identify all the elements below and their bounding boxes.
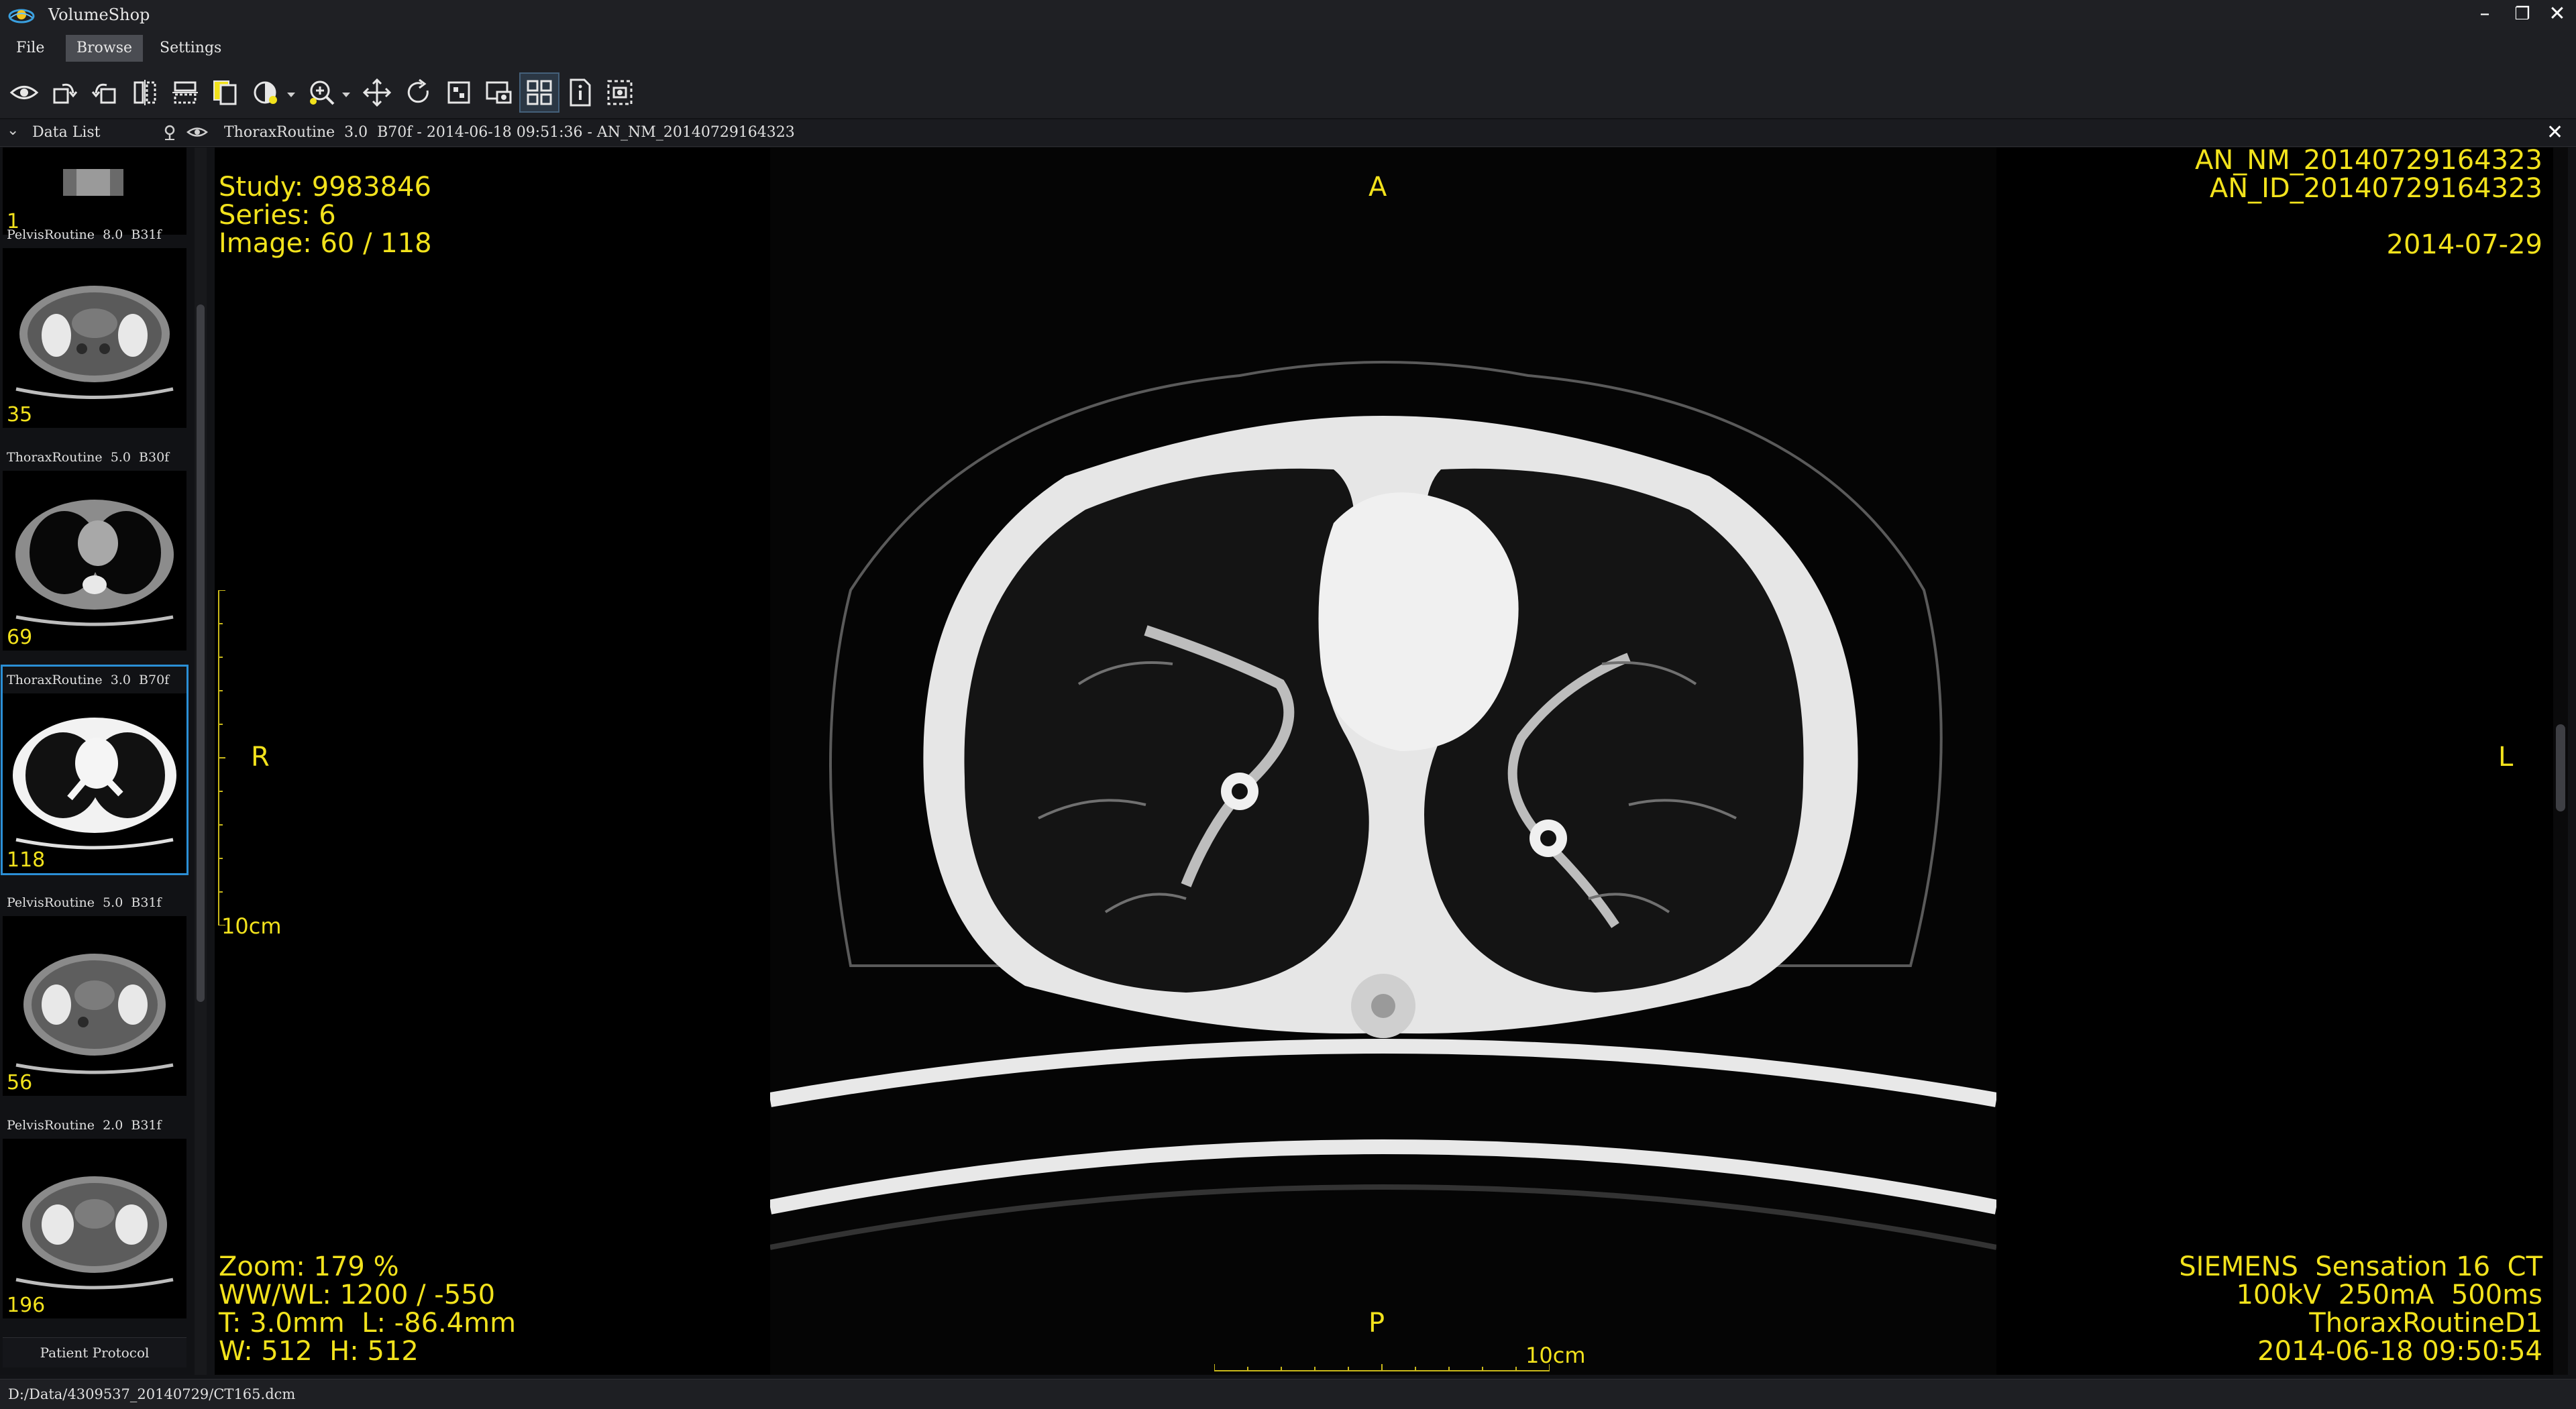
thickness-location-text: T: 3.0mm L: -86.4mm <box>219 1308 517 1339</box>
zoom-text: Zoom: 179 % <box>219 1251 399 1282</box>
scanner-info-overlay: SIEMENS Sensation 16 CT 100kV 250mA 500ms… <box>2179 1253 2542 1365</box>
image-viewer[interactable]: Study: 9983846 Series: 6 Image: 60 / 118 A… <box>215 148 2553 1375</box>
close-icon[interactable]: ✕ <box>2546 121 2563 144</box>
status-bar: D:/Data/4309537_20140729/CT165.dcm <box>0 1379 2576 1409</box>
menu-settings[interactable]: Settings <box>149 35 232 62</box>
scanner-model-text: SIEMENS Sensation 16 CT <box>2179 1251 2542 1282</box>
menu-file[interactable]: File <box>5 35 55 62</box>
toolbar <box>0 67 2576 118</box>
list-item[interactable]: PelvisRoutine 8.0 B31f 35 <box>3 221 186 428</box>
scrollbar-thumb[interactable] <box>2556 724 2565 811</box>
patient-info-overlay: AN_NM_20140729164323 AN_ID_20140729164323… <box>2195 148 2542 259</box>
study-info-overlay: Study: 9983846 Series: 6 Image: 60 / 118 <box>219 173 432 258</box>
series-thumbnail: 35 <box>3 248 186 428</box>
flip-vertical-icon[interactable] <box>166 74 204 111</box>
copy-icon[interactable] <box>207 74 244 111</box>
patient-name-text: AN_NM_20140729164323 <box>2194 148 2542 176</box>
menu-bar: File Browse Settings <box>0 30 2576 68</box>
orientation-left: L <box>2498 742 2514 773</box>
series-title: PelvisRoutine 5.0 B31f <box>7 895 162 910</box>
flip-horizontal-icon[interactable] <box>126 74 164 111</box>
compare-icon[interactable] <box>480 74 518 111</box>
close-button[interactable]: ✕ <box>2544 3 2571 27</box>
series-title: PelvisRoutine 8.0 B31f <box>7 227 162 242</box>
horizontal-scale-label: 10cm <box>1525 1343 1586 1368</box>
data-list-label: Data List <box>32 124 101 141</box>
series-title: ThoraxRoutine 5.0 B30f <box>7 450 170 465</box>
acquisition-date-text: 2014-06-18 09:50:54 <box>2257 1336 2542 1367</box>
window-level-text: WW/WL: 1200 / -550 <box>219 1280 496 1310</box>
orientation-anterior: A <box>1368 172 1387 203</box>
series-count: 35 <box>7 403 33 427</box>
orientation-posterior: P <box>1368 1308 1385 1339</box>
app-logo-icon <box>8 9 35 23</box>
title-bar: VolumeShop – ❐ ✕ <box>0 0 2576 30</box>
list-item[interactable]: PelvisRoutine 5.0 B31f 56 <box>3 889 186 1096</box>
study-date-text: 2014-07-29 <box>2386 229 2542 260</box>
acquisition-params-text: 100kV 250mA 500ms <box>2236 1280 2542 1310</box>
layout-grid-icon[interactable] <box>519 72 559 113</box>
panel-header: ⌄ Data List ThoraxRoutine 3.0 B70f - 201… <box>0 119 2576 147</box>
list-item[interactable]: PelvisRoutine 2.0 B31f 196 <box>3 1112 186 1318</box>
restore-button[interactable]: ❐ <box>2509 3 2536 27</box>
series-count: 69 <box>7 626 33 649</box>
series-count: 56 <box>7 1071 33 1094</box>
pan-icon[interactable] <box>358 74 396 111</box>
screenshot-icon[interactable] <box>601 74 639 111</box>
vertical-scale-bar <box>218 590 225 925</box>
eye-icon[interactable] <box>186 123 208 141</box>
fit-icon[interactable] <box>440 74 478 111</box>
ct-slice-image <box>770 148 1996 1375</box>
image-params-overlay: Zoom: 179 % WW/WL: 1200 / -550 T: 3.0mm L:… <box>219 1253 516 1365</box>
data-list-scrollbar[interactable] <box>195 148 207 1375</box>
info-icon[interactable] <box>561 74 598 111</box>
horizontal-scale-bar <box>1214 1364 1550 1371</box>
dimensions-text: W: 512 H: 512 <box>219 1336 419 1367</box>
zoom-icon[interactable] <box>303 74 350 111</box>
series-thumbnail: 118 <box>3 693 186 873</box>
scrollbar-thumb[interactable] <box>197 304 205 1002</box>
minimize-button[interactable]: – <box>2471 3 2498 27</box>
series-thumbnail: 56 <box>3 916 186 1096</box>
viewer-info: ThoraxRoutine 3.0 B70f - 2014-06-18 09:5… <box>224 124 795 141</box>
protocol-text: ThoraxRoutineD1 <box>2309 1308 2542 1339</box>
pin-icon[interactable] <box>161 123 178 141</box>
series-thumbnail: 69 <box>3 471 186 651</box>
series-thumbnail: 196 <box>3 1139 186 1318</box>
rotate-ccw-icon[interactable] <box>86 74 123 111</box>
window-title: VolumeShop <box>48 5 150 24</box>
file-path: D:/Data/4309537_20140729/CT165.dcm <box>8 1386 296 1402</box>
patient-protocol-tab[interactable]: Patient Protocol <box>3 1337 186 1367</box>
patient-id-text: AN_ID_20140729164323 <box>2209 173 2542 204</box>
series-count: 118 <box>7 848 46 872</box>
data-list: 1 PelvisRoutine 8.0 B31f 35 ThoraxRoutin… <box>0 148 195 1375</box>
chevron-down-icon[interactable]: ⌄ <box>7 122 19 139</box>
series-title: PelvisRoutine 2.0 B31f <box>7 1118 162 1133</box>
list-item[interactable]: ThoraxRoutine 5.0 B30f 69 <box>3 444 186 651</box>
vertical-scale-label: 10cm <box>221 913 282 939</box>
orientation-right: R <box>251 742 270 773</box>
series-count: 196 <box>7 1294 46 1317</box>
reset-icon[interactable] <box>400 74 437 111</box>
study-text: Study: 9983846 <box>219 172 431 203</box>
menu-browse[interactable]: Browse <box>66 35 144 62</box>
viewer-scrollbar[interactable] <box>2553 148 2568 1375</box>
window-level-icon[interactable] <box>248 74 295 111</box>
rotate-cw-icon[interactable] <box>46 74 83 111</box>
series-text: Series: 6 <box>219 200 336 231</box>
list-item[interactable]: ThoraxRoutine 3.0 B70f 118 <box>1 665 189 875</box>
series-title: ThoraxRoutine 3.0 B70f <box>7 673 170 687</box>
eye-icon[interactable] <box>5 74 43 111</box>
image-index-text: Image: 60 / 118 <box>219 228 432 259</box>
